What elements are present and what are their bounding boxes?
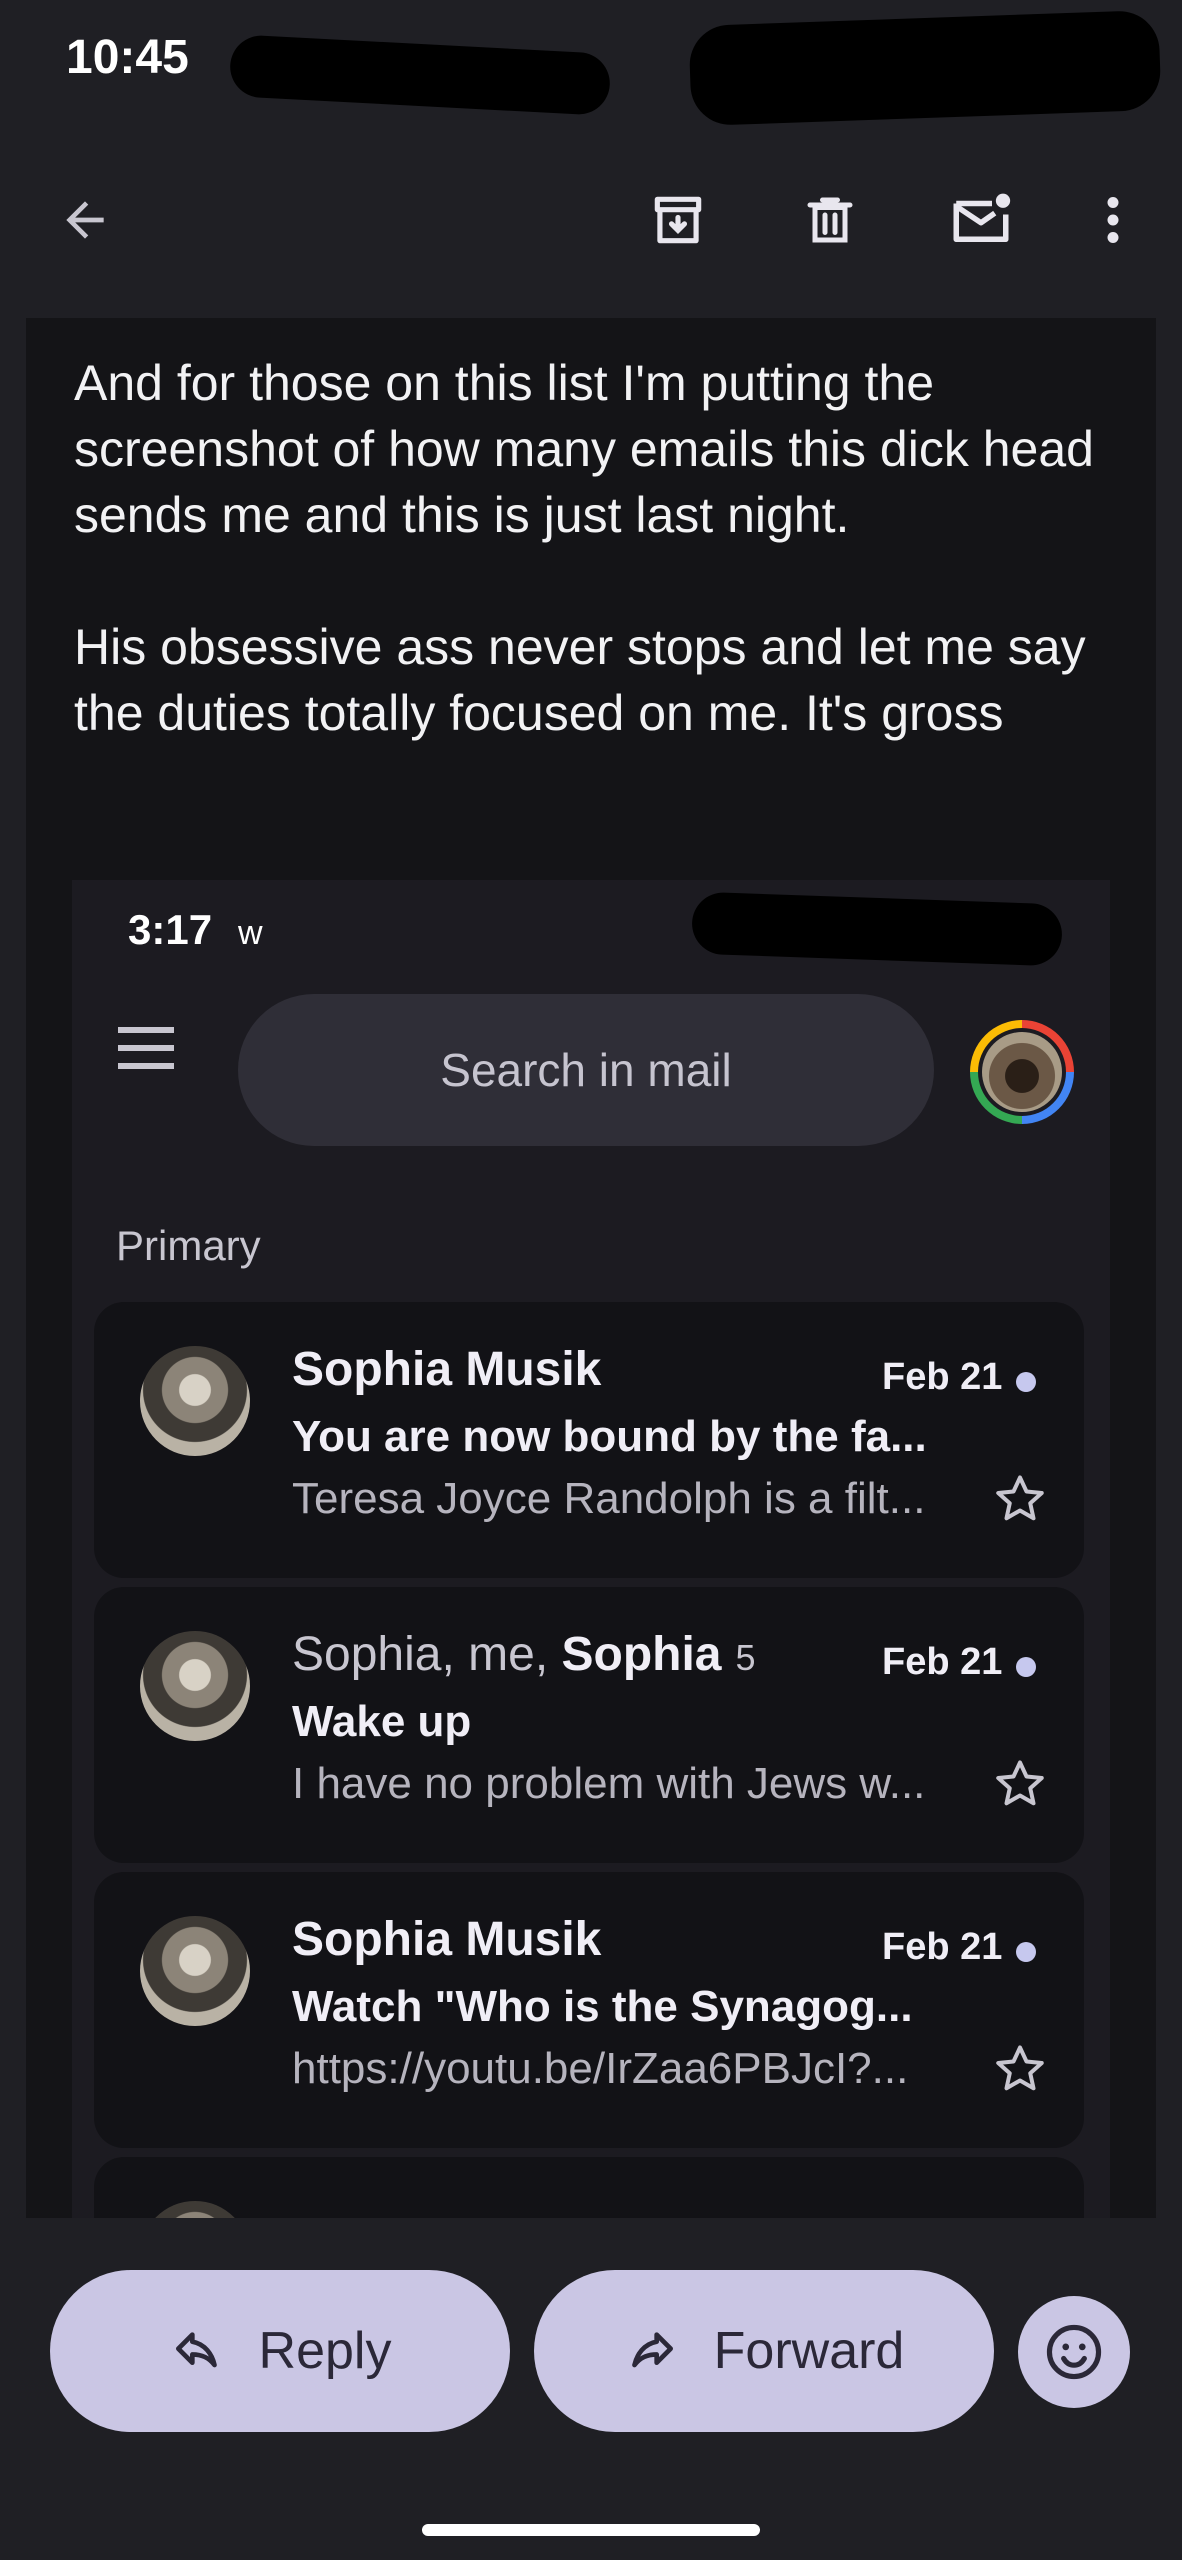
embedded-search-bar: Search in mail <box>238 994 934 1146</box>
email-list-item <box>94 2157 1084 2218</box>
redaction-mark <box>228 34 612 116</box>
embedded-search-placeholder: Search in mail <box>440 1044 732 1096</box>
sender-avatar <box>140 1346 250 1456</box>
message-paragraph: His obsessive ass never stops and let me… <box>74 619 1086 741</box>
message-paragraph: And for those on this list I'm putting t… <box>74 355 1094 543</box>
email-list-item: Sophia, me, Sophia 5 Feb 21 Wake up I hav… <box>94 1587 1084 1863</box>
home-indicator[interactable] <box>422 2524 760 2536</box>
back-arrow-icon[interactable] <box>50 185 120 255</box>
unread-dot-icon <box>1016 1657 1036 1677</box>
forward-label: Forward <box>713 2322 905 2380</box>
star-icon <box>996 1475 1044 1521</box>
archive-icon[interactable] <box>643 185 713 255</box>
email-date: Feb 21 <box>882 1356 1003 1398</box>
star-icon <box>996 1760 1044 1806</box>
sender-avatar <box>140 1916 250 2026</box>
account-avatar <box>970 1020 1074 1124</box>
star-icon <box>996 2045 1044 2091</box>
embedded-status-time: 3:17 <box>128 906 213 953</box>
email-sender: Sophia Musik <box>292 1913 602 1966</box>
email-snippet: Teresa Joyce Randolph is a filt... <box>292 1474 926 1523</box>
redaction-mark <box>691 891 1063 967</box>
emoji-reaction-button[interactable] <box>1018 2296 1130 2408</box>
unread-dot-icon <box>1016 1372 1036 1392</box>
mark-unread-icon[interactable] <box>946 185 1016 255</box>
status-time: 10:45 <box>66 31 189 84</box>
dog-photo <box>982 1032 1062 1112</box>
hamburger-menu-icon <box>118 1027 174 1069</box>
email-list-item: Sophia Musik Feb 21 Watch "Who is the Sy… <box>94 1872 1084 2148</box>
email-subject: You are now bound by the fa... <box>292 1412 927 1461</box>
sender-avatar <box>140 2201 250 2218</box>
email-subject: Watch "Who is the Synagog... <box>292 1982 913 2031</box>
email-snippet: https://youtu.be/IrZaa6PBJcI?... <box>292 2044 909 2093</box>
reply-label: Reply <box>258 2322 392 2380</box>
reply-arrow-icon <box>169 2323 225 2379</box>
message-body: And for those on this list I'm putting t… <box>26 318 1156 2218</box>
status-bar: 10:45 <box>0 0 1182 127</box>
email-sender: Sophia Musik <box>292 1343 602 1396</box>
delete-icon[interactable] <box>795 185 865 255</box>
forward-button[interactable]: Forward <box>534 2270 994 2432</box>
unread-dot-icon <box>1016 1942 1036 1962</box>
email-snippet: I have no problem with Jews w... <box>292 1759 926 1808</box>
forward-arrow-icon <box>624 2323 680 2379</box>
bottom-action-bar: Reply Forward <box>0 2220 1182 2560</box>
embedded-status-letter: w <box>238 914 263 952</box>
email-sender: Sophia, me, Sophia 5 <box>292 1627 756 1682</box>
message-text: And for those on this list I'm putting t… <box>74 350 1114 812</box>
more-options-icon[interactable] <box>1078 185 1148 255</box>
smiley-icon <box>1046 2324 1102 2380</box>
sender-avatar <box>140 1631 250 1741</box>
email-list-item: Sophia Musik Feb 21 You are now bound by… <box>94 1302 1084 1578</box>
email-date: Feb 21 <box>882 1926 1003 1968</box>
reply-button[interactable]: Reply <box>50 2270 510 2432</box>
redaction-mark <box>688 9 1162 127</box>
thread-count: 5 <box>735 1637 756 1678</box>
email-sender-bold: Sophia <box>561 1628 722 1681</box>
email-subject: Wake up <box>292 1697 472 1746</box>
embedded-screenshot: 3:17 w Search in mail Primary Sophia Mus… <box>72 880 1110 2218</box>
email-sender-participants: Sophia, me, <box>292 1628 562 1681</box>
email-date: Feb 21 <box>882 1641 1003 1683</box>
section-label: Primary <box>116 1222 261 1269</box>
top-app-bar <box>0 160 1182 280</box>
